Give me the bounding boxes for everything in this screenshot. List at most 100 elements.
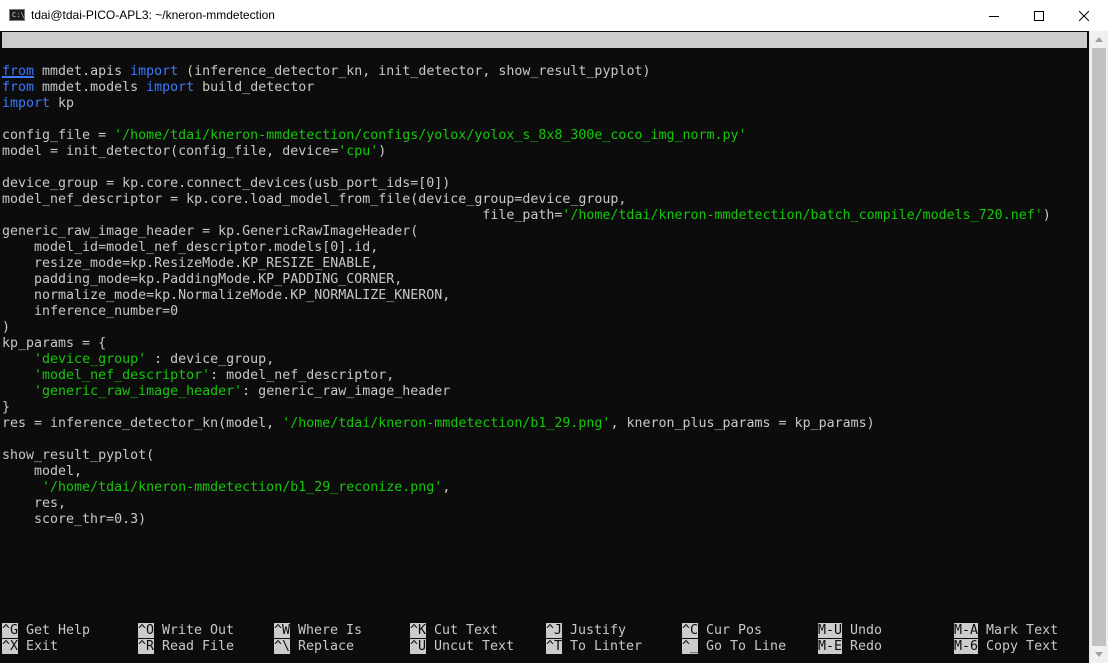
shortcut-key: ^R xyxy=(138,639,155,654)
code-line: } xyxy=(2,400,10,416)
scroll-up-arrow[interactable] xyxy=(1090,31,1108,48)
code-token: } xyxy=(2,400,11,415)
shortcut-item[interactable]: ^_ Go To Line xyxy=(682,639,786,655)
code-token: ) xyxy=(2,320,11,335)
shortcut-item[interactable]: ^U Uncut Text xyxy=(410,639,514,655)
code-line: score_thr=0.3) xyxy=(2,512,146,528)
shortcut-item[interactable]: ^R Read File xyxy=(138,639,234,655)
string-token: 'device_group' xyxy=(34,352,147,367)
close-button[interactable] xyxy=(1061,0,1107,31)
title-bar[interactable]: C:\ tdai@tdai-PICO-APL3: ~/kneron-mmdete… xyxy=(0,0,1108,31)
code-line: padding_mode=kp.PaddingMode.KP_PADDING_C… xyxy=(2,272,402,288)
shortcut-label: Justify xyxy=(570,623,627,638)
scroll-thumb[interactable] xyxy=(1092,48,1106,646)
shortcut-label: Redo xyxy=(850,639,883,654)
shortcut-item[interactable]: ^W Where Is xyxy=(274,623,362,639)
shortcut-label: Cut Text xyxy=(434,623,499,638)
terminal-content[interactable]: GNU nano 2.9.3 run_nef.py from mmdet.api… xyxy=(0,31,1089,663)
minimize-button[interactable] xyxy=(971,0,1017,31)
code-token: kp xyxy=(50,96,75,111)
code-token: inference_number=0 xyxy=(2,304,179,319)
shortcut-label: Mark Text xyxy=(986,623,1059,638)
shortcut-label: Exit xyxy=(26,639,59,654)
code-line: import kp xyxy=(2,96,74,112)
shortcut-key: M-E xyxy=(818,639,843,654)
code-token: model_nef_descriptor = kp.core.load_mode… xyxy=(2,192,627,207)
shortcut-item[interactable]: ^O Write Out xyxy=(138,623,234,639)
code-token: score_thr=0.3) xyxy=(2,512,147,527)
code-token: device_group = kp.core.connect_devices(u… xyxy=(2,176,451,191)
code-token: build_detector xyxy=(194,80,315,95)
shortcut-label: Go To Line xyxy=(706,639,787,654)
keyword-token: import xyxy=(2,96,51,111)
shortcut-key: M-A xyxy=(954,623,979,638)
code-token: : generic_raw_image_header xyxy=(242,384,451,399)
code-line: from mmdet.apis import (inference_detect… xyxy=(2,64,650,80)
keyword-token: import xyxy=(130,64,179,79)
shortcut-key: M-U xyxy=(818,623,843,638)
shortcut-label: Uncut Text xyxy=(434,639,515,654)
window-title: tdai@tdai-PICO-APL3: ~/kneron-mmdetectio… xyxy=(31,8,275,22)
code-line: resize_mode=kp.ResizeMode.KP_RESIZE_ENAB… xyxy=(2,256,378,272)
code-line: inference_number=0 xyxy=(2,304,178,320)
terminal-window: C:\ tdai@tdai-PICO-APL3: ~/kneron-mmdete… xyxy=(0,0,1108,663)
code-line: model = init_detector(config_file, devic… xyxy=(2,144,386,160)
shortcut-item[interactable]: ^K Cut Text xyxy=(410,623,498,639)
code-token: : device_group, xyxy=(146,352,275,367)
shortcut-label: Read File xyxy=(162,639,235,654)
code-line: device_group = kp.core.connect_devices(u… xyxy=(2,176,450,192)
maximize-icon xyxy=(1034,10,1044,21)
code-line: kp_params = { xyxy=(2,336,106,352)
vertical-scrollbar[interactable] xyxy=(1089,31,1108,663)
code-token: , kneron_plus_params = kp_params) xyxy=(610,416,875,431)
code-line: model_id=model_nef_descriptor.models[0].… xyxy=(2,240,378,256)
shortcut-label: Where Is xyxy=(298,623,363,638)
code-token: , xyxy=(442,480,451,495)
code-token: generic_raw_image_header = kp.GenericRaw… xyxy=(2,224,419,239)
shortcut-key: ^W xyxy=(274,623,291,638)
shortcut-key: ^T xyxy=(546,639,563,654)
code-line: 'device_group' : device_group, xyxy=(2,352,274,368)
maximize-button[interactable] xyxy=(1016,0,1062,31)
keyword-token: from xyxy=(2,64,35,79)
keyword-token: import xyxy=(146,80,195,95)
shortcut-item[interactable]: ^C Cur Pos xyxy=(682,623,762,639)
code-line: normalize_mode=kp.NormalizeMode.KP_NORMA… xyxy=(2,288,450,304)
code-line: model_nef_descriptor = kp.core.load_mode… xyxy=(2,192,626,208)
shortcut-key: ^G xyxy=(2,623,19,638)
code-token: resize_mode=kp.ResizeMode.KP_RESIZE_ENAB… xyxy=(2,256,379,271)
shortcut-key: ^X xyxy=(2,639,19,654)
shortcut-item[interactable]: M-A Mark Text xyxy=(954,623,1058,639)
triangle-down-icon xyxy=(1095,652,1103,657)
shortcut-item[interactable]: M-U Undo xyxy=(818,623,882,639)
code-token: mmdet.models xyxy=(34,80,147,95)
shortcut-label: Get Help xyxy=(26,623,91,638)
minimize-icon xyxy=(989,15,999,17)
close-icon xyxy=(1079,10,1089,21)
code-line: generic_raw_image_header = kp.GenericRaw… xyxy=(2,224,418,240)
shortcut-item[interactable]: ^T To Linter xyxy=(546,639,642,655)
code-token: show_result_pyplot( xyxy=(2,448,155,463)
shortcut-key: ^_ xyxy=(682,639,699,654)
code-token: res = inference_detector_kn(model, xyxy=(2,416,283,431)
shortcut-item[interactable]: M-6 Copy Text xyxy=(954,639,1058,655)
nano-header-bar: GNU nano 2.9.3 run_nef.py xyxy=(2,32,1087,79)
shortcut-item[interactable]: ^J Justify xyxy=(546,623,626,639)
scroll-down-arrow[interactable] xyxy=(1090,646,1108,663)
string-token: '/home/tdai/kneron-mmdetection/b1_29_rec… xyxy=(42,480,443,495)
shortcut-item[interactable]: M-E Redo xyxy=(818,639,882,655)
terminal-icon: C:\ xyxy=(9,9,25,21)
shortcut-item[interactable]: ^G Get Help xyxy=(2,623,90,639)
shortcut-key: ^J xyxy=(546,623,563,638)
code-token: model_id=model_nef_descriptor.models[0].… xyxy=(2,240,379,255)
code-token: model, xyxy=(2,464,83,479)
shortcut-label: Copy Text xyxy=(986,639,1059,654)
code-token: file_path= xyxy=(2,208,563,223)
string-token: 'cpu' xyxy=(338,144,379,159)
shortcut-item[interactable]: ^\ Replace xyxy=(274,639,354,655)
code-line: model, xyxy=(2,464,82,480)
shortcut-item[interactable]: ^X Exit xyxy=(2,639,58,655)
